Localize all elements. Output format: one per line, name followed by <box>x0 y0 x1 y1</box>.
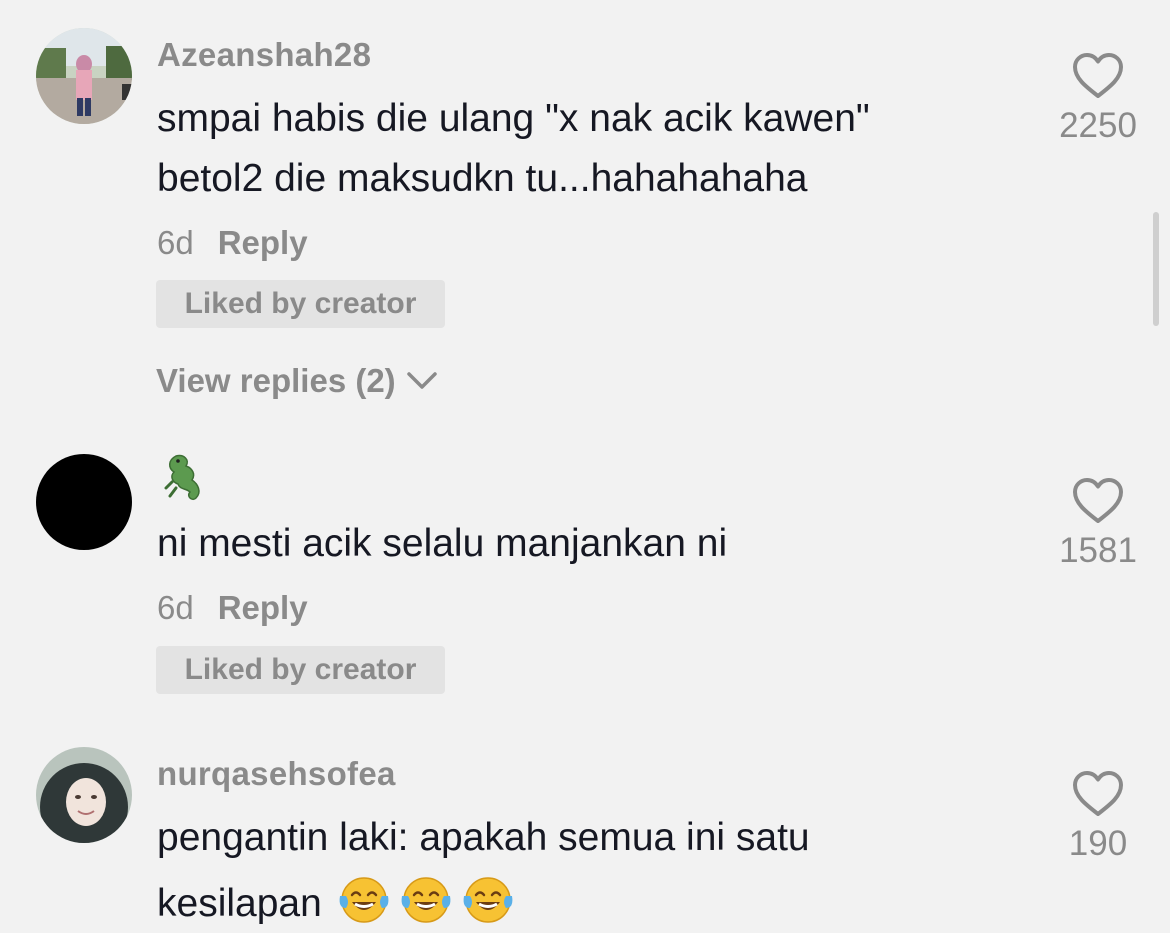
heart-outline-icon <box>1048 770 1148 818</box>
like-count: 190 <box>1068 824 1128 863</box>
like-count: 2250 <box>1059 106 1137 145</box>
comment-text: betol2 die maksudkn tu...hahahahaha <box>157 157 808 200</box>
comment-age: 6d <box>157 589 194 626</box>
comment-age: 6d <box>157 224 194 261</box>
comment-meta: 6d Reply <box>157 589 308 627</box>
face-with-tears-of-joy-emoji <box>398 874 454 933</box>
avatar[interactable] <box>36 454 132 550</box>
comment-text: ni mesti acik selalu manjankan ni <box>157 522 728 565</box>
reply-button[interactable]: Reply <box>218 224 308 261</box>
view-replies-button[interactable]: View replies (2) <box>156 362 438 400</box>
comment-meta: 6d Reply <box>157 224 308 262</box>
comment-text: pengantin laki: apakah semua ini satu <box>157 816 810 859</box>
reply-button[interactable]: Reply <box>218 589 308 626</box>
like-button[interactable]: 190 <box>1048 770 1148 864</box>
like-button[interactable]: 2250 <box>1048 52 1148 146</box>
avatar[interactable] <box>36 28 132 124</box>
scrollbar[interactable] <box>1153 212 1159 326</box>
face-with-tears-of-joy-emoji <box>336 874 392 933</box>
heart-outline-icon <box>1048 52 1148 100</box>
chevron-down-icon <box>406 371 438 391</box>
comment-username[interactable]: nurqasehsofea <box>157 755 396 793</box>
face-with-tears-of-joy-emoji <box>460 874 516 933</box>
heart-outline-icon <box>1048 477 1148 525</box>
like-count: 1581 <box>1059 531 1137 570</box>
avatar[interactable] <box>36 747 132 843</box>
crocodile-emoji[interactable] <box>156 452 206 509</box>
comment-username[interactable]: Azeanshah28 <box>157 36 371 74</box>
view-replies-label: View replies (2) <box>156 362 396 399</box>
comment-text: kesilapan <box>157 882 322 925</box>
liked-by-creator-badge: Liked by creator <box>156 646 445 694</box>
liked-by-creator-badge: Liked by creator <box>156 280 445 328</box>
comment-text: smpai habis die ulang "x nak acik kawen" <box>157 97 870 140</box>
like-button[interactable]: 1581 <box>1048 477 1148 571</box>
comment-text-line: kesilapan <box>157 874 516 933</box>
